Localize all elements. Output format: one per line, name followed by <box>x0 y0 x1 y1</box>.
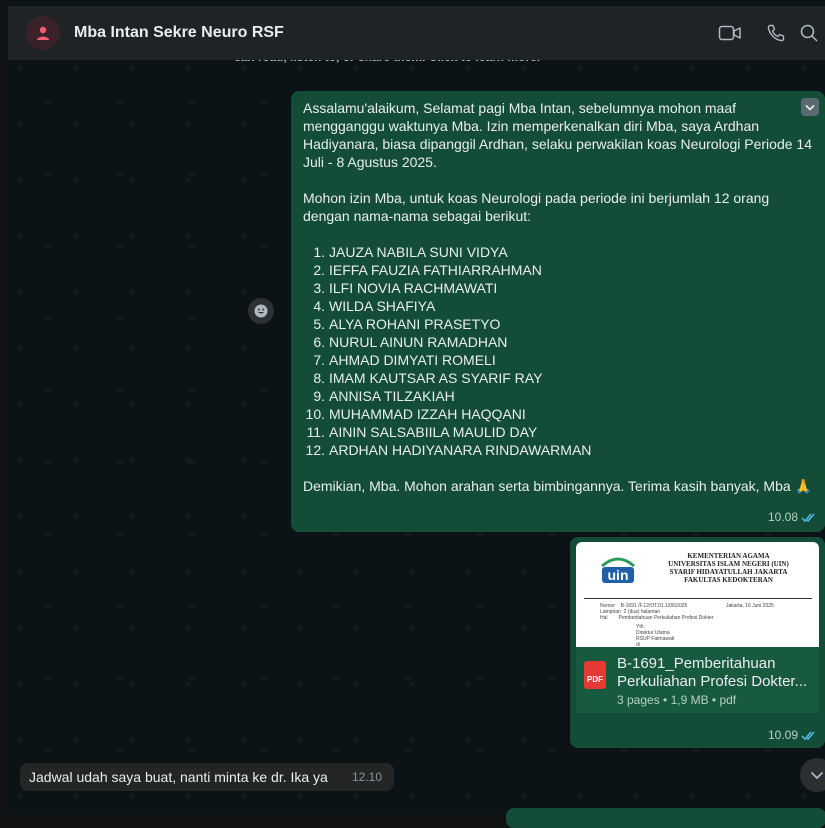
message-time: 12.10 <box>351 770 382 784</box>
list-item: 7. AHMAD DIMYATI ROMELI <box>313 352 496 368</box>
incoming-message[interactable]: Jadwal udah saya buat, nanti minta ke dr… <box>20 763 394 791</box>
list-item: 3. ILFI NOVIA RACHMAWATI <box>313 280 498 296</box>
document-name: B-1691_Pemberitahuan Perkuliahan Profesi… <box>617 655 808 690</box>
smiley-icon <box>254 304 268 318</box>
message-meta: 10.09 <box>768 728 817 742</box>
list-item: 9. ANNISA TILZAKIAH <box>313 388 455 404</box>
video-call-button[interactable] <box>707 6 753 60</box>
message-meta: 10.08 <box>768 508 817 526</box>
pdf-icon: PDF <box>584 661 606 689</box>
chevron-down-icon <box>810 771 824 779</box>
list-item: 5. ALYA ROHANI PRASETYO <box>313 316 501 332</box>
document-preview[interactable]: uin KEMENTERIAN AGAMA UNIVERSITAS ISLAM … <box>576 542 819 647</box>
message-paragraph: Demikian, Mba. Mohon arahan serta bimbin… <box>303 478 812 494</box>
chevron-down-icon <box>805 104 815 111</box>
person-icon <box>37 26 49 40</box>
message-paragraph: Mohon izin Mba, untuk koas Neurologi pad… <box>303 190 770 224</box>
document-info[interactable]: PDF B-1691_Pemberitahuan Perkuliahan Pro… <box>576 647 819 713</box>
document-meta: 3 pages • 1,9 MB • pdf <box>617 693 737 707</box>
search-icon <box>800 24 818 42</box>
message-paragraph: Assalamu'alaikum, Selamat pagi Mba Intan… <box>303 100 812 170</box>
outgoing-message[interactable]: Assalamu'alaikum, Selamat pagi Mba Intan… <box>291 91 825 532</box>
letter-recipient: Yth. Direktur Utama RSUP Fatmawati di <box>636 624 675 647</box>
list-item: 1. JAUZA NABILA SUNI VIDYA <box>313 244 508 260</box>
list-item: 4. WILDA SHAFIYA <box>313 298 436 314</box>
message-menu-button[interactable] <box>801 98 819 116</box>
letterhead: KEMENTERIAN AGAMA UNIVERSITAS ISLAM NEGE… <box>668 552 789 584</box>
chat-title[interactable]: Mba Intan Sekre Neuro RSF <box>74 24 284 42</box>
letter-date: Jakarta, 16 Juni 2025 <box>726 603 774 609</box>
phone-icon <box>767 24 785 42</box>
avatar[interactable] <box>26 16 60 50</box>
video-call-icon <box>718 25 741 41</box>
chat-header[interactable]: Mba Intan Sekre Neuro RSF <box>8 6 825 60</box>
voice-call-button[interactable] <box>753 6 799 60</box>
list-item: 2. IEFFA FAUZIA FATHIARRAHMAN <box>313 262 542 278</box>
outgoing-document-message[interactable]: uin KEMENTERIAN AGAMA UNIVERSITAS ISLAM … <box>570 537 825 748</box>
list-item: 8. IMAM KAUTSAR AS SYARIF RAY <box>313 370 543 386</box>
list-item: 6. NURUL AINUN RAMADHAN <box>313 334 508 350</box>
double-check-icon <box>801 731 815 740</box>
message-text: Jadwal udah saya buat, nanti minta ke dr… <box>29 769 328 785</box>
list-item: 12. ARDHAN HADIYANARA RINDAWARMAN <box>305 442 592 458</box>
svg-text:uin: uin <box>608 567 629 583</box>
uin-logo: uin <box>596 554 640 593</box>
outgoing-message-partial[interactable] <box>506 808 825 828</box>
double-check-icon <box>801 513 815 522</box>
message-time: 10.09 <box>767 728 798 742</box>
letter-field: Hal Pemberitahuan Perkuliahan Profesi Do… <box>600 615 714 621</box>
message-time: 10.08 <box>767 510 798 524</box>
pray-emoji: 🙏 <box>794 478 812 494</box>
list-item: 11. AININ SALSABIILA MAULID DAY <box>306 424 538 440</box>
react-emoji-button[interactable] <box>248 298 274 324</box>
member-list: 1. JAUZA NABILA SUNI VIDYA 2. IEFFA FAUZIA … <box>303 243 813 459</box>
search-button[interactable] <box>799 6 825 60</box>
list-item: 10. MUHAMMAD IZZAH HAQQANI <box>305 406 526 422</box>
